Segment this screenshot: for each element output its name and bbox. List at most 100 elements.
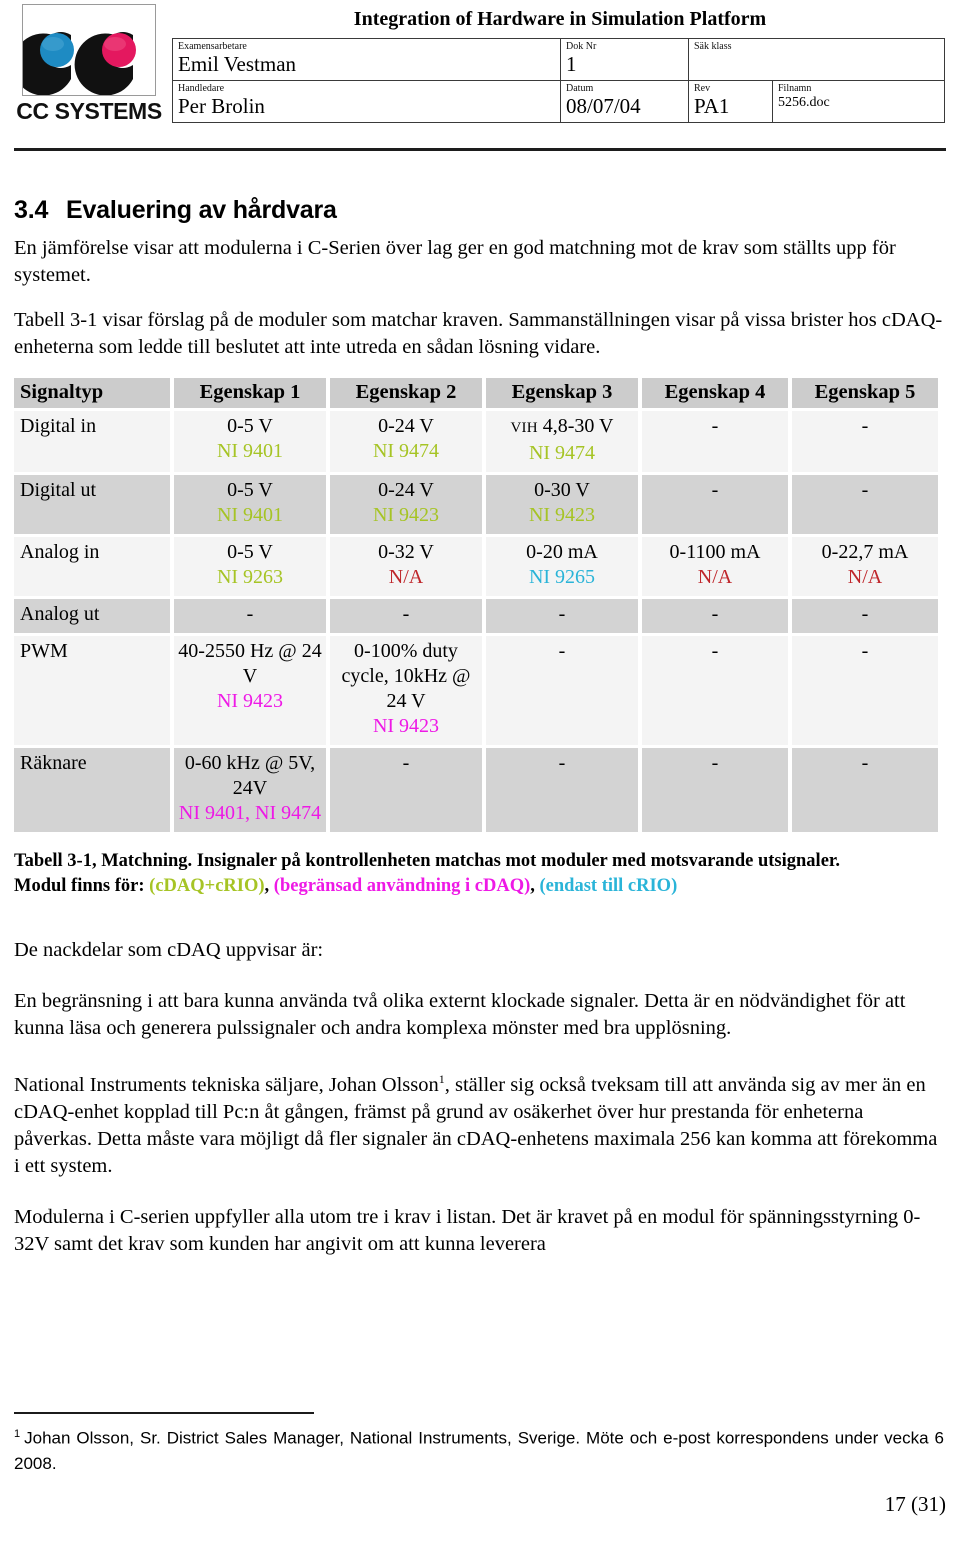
footnote-body: Johan Olsson, Sr. District Sales Manager… xyxy=(14,1428,944,1473)
handledare-value: Per Brolin xyxy=(178,94,265,118)
field-sak-klass: Säk klass xyxy=(688,38,945,81)
cell-module-name: NI 9423 xyxy=(216,690,284,712)
logo-wordmark: CC SYSTEMS xyxy=(16,98,162,124)
cell-property: - xyxy=(642,636,788,745)
cell-value: 0-32 V xyxy=(378,541,434,563)
col-header-egenskap-2: Egenskap 2 xyxy=(330,378,482,408)
legend-crio-only: (endast till cRIO) xyxy=(539,876,678,896)
cell-value: - xyxy=(861,479,869,501)
cell-value: - xyxy=(711,603,719,625)
cell-property: 0-30 V NI 9423 xyxy=(486,475,638,534)
cell-property: - xyxy=(174,599,326,633)
cell-value: 0-30 V xyxy=(534,479,590,501)
logo-mark-box xyxy=(22,4,156,96)
cell-property: 40-2550 Hz @ 24 V NI 9423 xyxy=(174,636,326,745)
cell-property: VIH 4,8-30 V NI 9474 xyxy=(486,411,638,472)
cell-value: 0-5 V xyxy=(227,415,273,437)
cell-module-name: NI 9474 xyxy=(528,442,596,464)
cell-value: 0-20 mA xyxy=(526,541,598,563)
table-row: Analog ut - - - - - xyxy=(14,599,938,633)
table-caption: Tabell 3-1, Matchning. Insignaler på kon… xyxy=(14,849,946,899)
table-header-row: Signaltyp Egenskap 1 Egenskap 2 Egenskap… xyxy=(14,378,938,408)
cell-module-name: N/A xyxy=(388,566,424,588)
header-divider-rule xyxy=(14,148,946,151)
caption-sep-2: , xyxy=(530,876,535,896)
footnote-marker: 1 xyxy=(14,1428,21,1440)
cell-property: - xyxy=(642,599,788,633)
legend-cdaq-crio: (cDAQ+cRIO) xyxy=(149,876,265,896)
cell-property: 0-32 V N/A xyxy=(330,537,482,596)
cell-value-text: 4,8-30 V xyxy=(542,415,614,437)
cell-property: - xyxy=(330,748,482,832)
cell-value: - xyxy=(711,479,719,501)
col-header-signaltyp: Signaltyp xyxy=(14,378,170,408)
page-number: 17 (31) xyxy=(884,1492,946,1516)
filnamn-value: 5256.doc xyxy=(778,95,830,110)
paragraph-4: En begränsning i att bara kunna använda … xyxy=(14,990,906,1039)
field-filnamn: Filnamn 5256.doc xyxy=(772,80,945,123)
cell-signal-type: Analog in xyxy=(14,537,170,596)
section-title: Evaluering av hårdvara xyxy=(66,196,337,224)
cell-property: - xyxy=(792,411,938,472)
cell-value: 0-5 V xyxy=(227,479,273,501)
cell-property: - xyxy=(330,599,482,633)
cell-property: 0-5 V NI 9401 xyxy=(174,411,326,472)
datum-value: 08/07/04 xyxy=(566,94,641,118)
cell-value: - xyxy=(861,640,869,662)
caption-sep-1: , xyxy=(264,876,270,896)
footnote-1: 1 Johan Olsson, Sr. District Sales Manage… xyxy=(14,1422,944,1476)
cell-property: - xyxy=(792,748,938,832)
cell-value: - xyxy=(402,603,410,625)
cell-value: - xyxy=(861,752,869,774)
cell-property: - xyxy=(792,636,938,745)
cell-value: 0-24 V xyxy=(378,479,434,501)
cc-logo-icon xyxy=(23,32,136,95)
table-row: PWM 40-2550 Hz @ 24 V NI 9423 0-100% duty c… xyxy=(14,636,938,745)
cell-value: 40-2550 Hz @ 24 V xyxy=(178,640,322,687)
cell-value: VIH 4,8-30 V xyxy=(510,415,613,437)
cell-module-name: NI 9423 xyxy=(528,504,596,526)
cell-property: 0-24 V NI 9474 xyxy=(330,411,482,472)
cell-value: 0-24 V xyxy=(378,415,434,437)
table-row: Digital in 0-5 V NI 9401 0-24 V NI 9474 VIH 4… xyxy=(14,411,938,472)
cell-module-name: N/A xyxy=(697,566,733,588)
document-title: Integration of Hardware in Simulation Pl… xyxy=(353,8,767,30)
cell-module-name: N/A xyxy=(847,566,883,588)
cell-property: - xyxy=(792,475,938,534)
cell-property: - xyxy=(642,475,788,534)
cell-value: - xyxy=(558,752,566,774)
cell-property: - xyxy=(486,599,638,633)
section-number: 3.4 xyxy=(14,196,49,224)
table-row: Digital ut 0-5 V NI 9401 0-24 V NI 9423 0-30 … xyxy=(14,475,938,534)
cell-value: - xyxy=(861,415,869,437)
header-table-row-2: Handledare Per Brolin Datum 08/07/04 Rev… xyxy=(172,80,945,123)
field-datum: Datum 08/07/04 xyxy=(560,80,689,123)
cell-property: 0-5 V NI 9263 xyxy=(174,537,326,596)
field-dok-nr: Dok Nr 1 xyxy=(560,38,689,81)
dok-nr-value: 1 xyxy=(566,52,577,76)
caption-line-1: Tabell 3-1, Matchning. Insignaler på kon… xyxy=(14,851,841,871)
examensarbetare-value: Emil Vestman xyxy=(178,52,297,76)
cell-property: 0-1100 mA N/A xyxy=(642,537,788,596)
cell-property: 0-20 mA NI 9265 xyxy=(486,537,638,596)
col-header-egenskap-5: Egenskap 5 xyxy=(792,378,938,408)
cell-signal-type: Digital ut xyxy=(14,475,170,534)
cell-property: 0-22,7 mA N/A xyxy=(792,537,938,596)
cell-value: 0-100% duty cycle, 10kHz @ 24 V xyxy=(341,640,471,712)
cell-property: 0-5 V NI 9401 xyxy=(174,475,326,534)
caption-line-2-prefix: Modul finns för: xyxy=(14,876,145,896)
cell-value: 0-22,7 mA xyxy=(821,541,909,563)
cell-value: 0-1100 mA xyxy=(669,541,761,563)
col-header-egenskap-4: Egenskap 4 xyxy=(642,378,788,408)
cell-value: - xyxy=(246,603,254,625)
cell-module-name: NI 9401, NI 9474 xyxy=(178,802,322,824)
cell-property: 0-60 kHz @ 5V, 24V NI 9401, NI 9474 xyxy=(174,748,326,832)
matching-table: Signaltyp Egenskap 1 Egenskap 2 Egenskap… xyxy=(10,375,942,835)
document-info-table: Examensarbetare Emil Vestman Dok Nr 1 Sä… xyxy=(172,38,945,123)
cell-property: - xyxy=(792,599,938,633)
legend-limited-cdaq: (begränsad användning i cDAQ) xyxy=(273,876,531,896)
cell-value-prefix: VIH xyxy=(510,420,538,436)
rev-value: PA1 xyxy=(694,94,730,118)
header-table-row-1: Examensarbetare Emil Vestman Dok Nr 1 Sä… xyxy=(172,38,945,81)
cell-module-name: NI 9265 xyxy=(528,566,596,588)
